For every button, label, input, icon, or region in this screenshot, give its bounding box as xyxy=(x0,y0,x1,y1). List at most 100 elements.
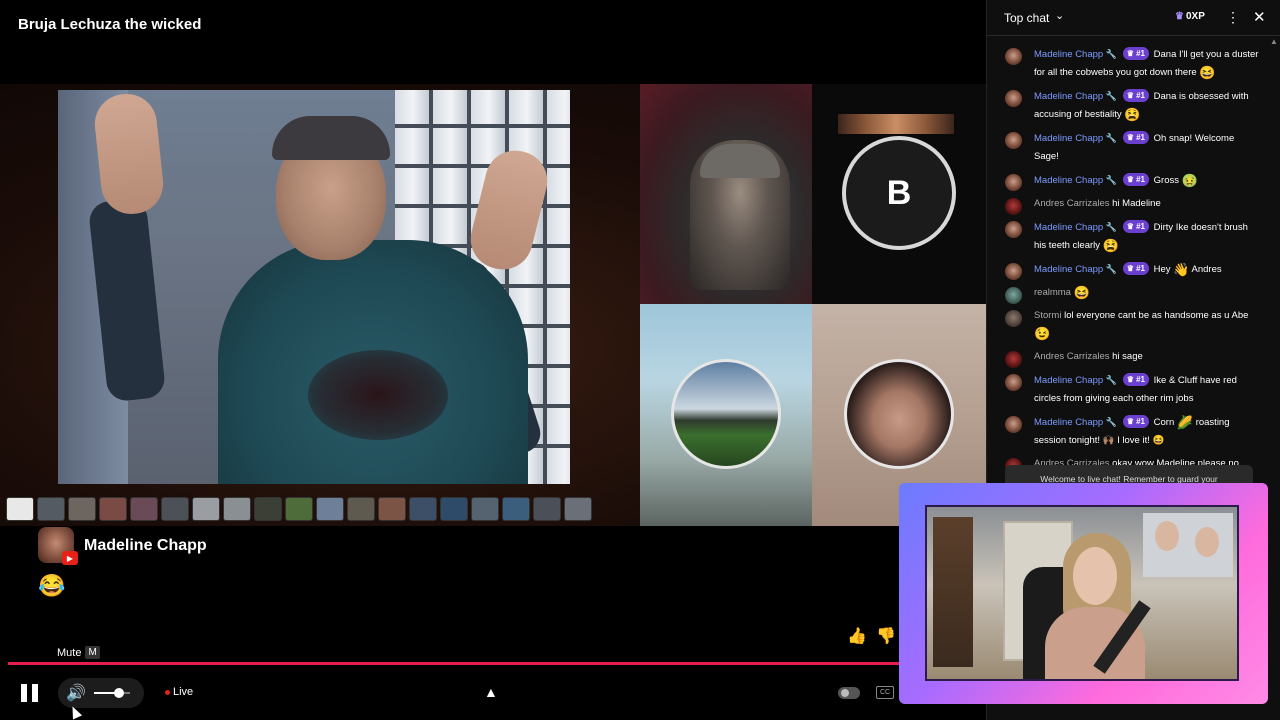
participant-thumb[interactable] xyxy=(37,497,65,521)
video-title: Bruja Lechuza the wicked xyxy=(18,16,202,33)
chat-message: Madeline Chapp 🔧 ♛ #1 Dana I'll get you … xyxy=(987,45,1280,82)
chat-avatar[interactable] xyxy=(1005,287,1022,304)
chat-avatar[interactable] xyxy=(1005,90,1022,107)
participant-thumb[interactable] xyxy=(161,497,189,521)
chat-author[interactable]: Stormi xyxy=(1034,310,1061,321)
guest-banner xyxy=(838,114,954,134)
participant-thumb[interactable] xyxy=(6,497,34,521)
chat-emoji: 😉 xyxy=(1034,326,1051,341)
waving-hand-emoji: 👋 xyxy=(1173,262,1190,277)
chat-author[interactable]: Madeline Chapp xyxy=(1034,91,1103,102)
autoplay-toggle[interactable] xyxy=(838,687,860,699)
live-label[interactable]: Live xyxy=(173,686,193,698)
rank-badge: ♛ #1 xyxy=(1122,262,1149,275)
corn-emoji: 🌽 xyxy=(1176,415,1194,430)
chat-avatar[interactable] xyxy=(1005,374,1022,391)
thumbs-up-icon[interactable]: 👍 xyxy=(846,626,868,646)
wall-poster xyxy=(1143,513,1233,577)
chat-avatar[interactable] xyxy=(1005,174,1022,191)
chat-author[interactable]: Madeline Chapp xyxy=(1034,375,1103,386)
poster-face xyxy=(1195,527,1219,557)
chat-message-list: Madeline Chapp 🔧 ♛ #1 Dana I'll get you … xyxy=(987,40,1280,491)
chevron-up-icon[interactable]: ▲ xyxy=(484,684,498,700)
participant-thumb[interactable] xyxy=(285,497,313,521)
chat-message: Andres Carrizales hi Madeline xyxy=(987,195,1280,215)
chat-avatar[interactable] xyxy=(1005,48,1022,65)
participant-thumb[interactable] xyxy=(347,497,375,521)
chat-mode-selector[interactable]: Top chat xyxy=(1004,11,1049,25)
chat-author[interactable]: Andres Carrizales xyxy=(1034,198,1110,209)
xp-label: 0XP xyxy=(1185,11,1205,22)
chat-avatar[interactable] xyxy=(1005,198,1022,215)
participant-thumb[interactable] xyxy=(502,497,530,521)
progress-bar[interactable] xyxy=(8,662,986,665)
chat-emoji: 😆 xyxy=(1073,285,1090,300)
participant-thumb[interactable] xyxy=(409,497,437,521)
chat-message: Andres Carrizales hi sage xyxy=(987,348,1280,368)
chat-author[interactable]: Madeline Chapp xyxy=(1034,175,1103,186)
guest-tile-hat-man xyxy=(640,84,812,304)
chat-message: Madeline Chapp 🔧 ♛ #1 Hey 👋 Andres xyxy=(987,260,1280,280)
chat-message: Stormi lol everyone cant be as handsome … xyxy=(987,307,1280,343)
participant-thumb[interactable] xyxy=(440,497,468,521)
participant-thumb[interactable] xyxy=(99,497,127,521)
youtube-icon: ▶ xyxy=(62,551,78,565)
chat-avatar[interactable] xyxy=(1005,351,1022,368)
chat-author[interactable]: Madeline Chapp xyxy=(1034,133,1103,144)
chat-emoji: 🤢 xyxy=(1181,173,1198,188)
participant-thumb[interactable] xyxy=(471,497,499,521)
chat-avatar[interactable] xyxy=(1005,416,1022,433)
room-bookshelf xyxy=(933,517,973,667)
chat-message: Madeline Chapp 🔧 ♛ #1 Gross 🤢 xyxy=(987,171,1280,191)
participant-thumb[interactable] xyxy=(192,497,220,521)
chat-text: hi sage xyxy=(1112,351,1143,362)
guest-tile-b: B xyxy=(812,84,986,304)
participant-thumb[interactable] xyxy=(68,497,96,521)
participant-thumb[interactable] xyxy=(378,497,406,521)
participant-thumbnail-strip xyxy=(6,497,592,521)
chat-author[interactable]: Madeline Chapp xyxy=(1034,222,1103,233)
participant-thumb[interactable] xyxy=(223,497,251,521)
participant-thumb[interactable] xyxy=(533,497,561,521)
participant-thumb[interactable] xyxy=(254,497,282,521)
pause-button[interactable] xyxy=(20,682,40,704)
chat-message: Madeline Chapp 🔧 ♛ #1 Oh snap! Welcome S… xyxy=(987,129,1280,166)
video-player[interactable]: Bruja Lechuza the wicked B ▶ Madeline Ch… xyxy=(0,0,986,720)
captions-button[interactable]: CC xyxy=(876,686,894,699)
rank-badge: ♛ #1 xyxy=(1122,220,1149,233)
chat-author[interactable]: Andres Carrizales xyxy=(1034,351,1110,362)
chat-author[interactable]: Madeline Chapp xyxy=(1034,264,1103,275)
chat-message: Madeline Chapp 🔧 ♛ #1 Dana is obsessed w… xyxy=(987,87,1280,124)
guest-avatar-landscape xyxy=(671,359,781,469)
moderator-wrench-icon: 🔧 xyxy=(1105,49,1118,59)
streamer-cap xyxy=(272,116,390,160)
chat-avatar[interactable] xyxy=(1005,221,1022,238)
more-options-icon[interactable]: ⋮ xyxy=(1226,9,1240,26)
xp-badge[interactable]: ♛ 0XP xyxy=(1175,11,1205,22)
chat-avatar[interactable] xyxy=(1005,263,1022,280)
participant-thumb[interactable] xyxy=(564,497,592,521)
chat-message: realmma 😆 xyxy=(987,284,1280,304)
close-icon[interactable]: ✕ xyxy=(1253,8,1266,26)
moderator-wrench-icon: 🔧 xyxy=(1105,175,1118,185)
volume-icon[interactable]: 🔊 xyxy=(66,683,86,703)
chat-text: Corn xyxy=(1153,417,1175,428)
thumbs-down-icon[interactable]: 👎 xyxy=(875,626,897,646)
chat-text: Hey xyxy=(1153,264,1171,275)
chevron-down-icon[interactable]: ⌄ xyxy=(1055,9,1064,22)
chat-text-tail: Andres xyxy=(1191,264,1222,275)
chat-author[interactable]: realmma xyxy=(1034,287,1071,298)
participant-thumb[interactable] xyxy=(316,497,344,521)
participant-thumb[interactable] xyxy=(130,497,158,521)
chat-avatar[interactable] xyxy=(1005,132,1022,149)
chat-avatar[interactable] xyxy=(1005,310,1022,327)
moderator-wrench-icon: 🔧 xyxy=(1105,417,1118,427)
moderator-wrench-icon: 🔧 xyxy=(1105,133,1118,143)
crown-icon: ♛ xyxy=(1175,11,1184,22)
chat-message: Madeline Chapp 🔧 ♛ #1 Ike & Cluff have r… xyxy=(987,371,1280,408)
chat-author[interactable]: Madeline Chapp xyxy=(1034,417,1103,428)
moderator-wrench-icon: 🔧 xyxy=(1105,222,1118,232)
chat-author[interactable]: Madeline Chapp xyxy=(1034,49,1103,60)
rank-badge: ♛ #1 xyxy=(1122,415,1149,428)
reaction-name: Madeline Chapp xyxy=(84,537,207,554)
